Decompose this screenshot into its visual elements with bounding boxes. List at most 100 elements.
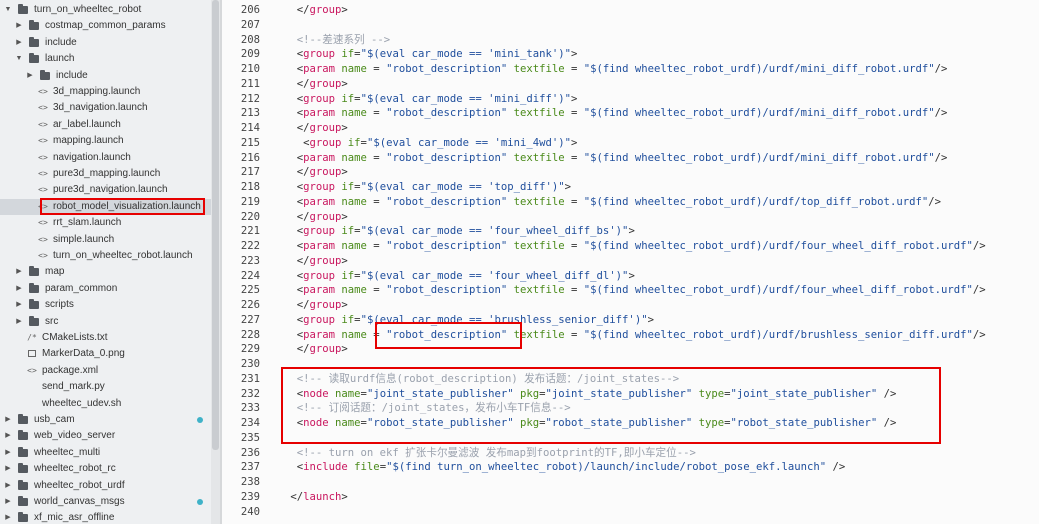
code-line[interactable]: 212 <group if="$(eval car_mode == 'mini_… (222, 92, 1039, 107)
code-line[interactable]: 214 </group> (222, 121, 1039, 136)
sidebar-scrollbar[interactable] (211, 0, 220, 524)
code-line[interactable]: 234 <node name="robot_state_publisher" p… (222, 416, 1039, 431)
code-line[interactable]: 219 <param name = "robot_description" te… (222, 195, 1039, 210)
tree-file[interactable]: <> mapping.launch (0, 133, 211, 149)
tree-folder[interactable]: ▶ scripts (0, 297, 211, 313)
chevron-right-icon[interactable]: ▶ (4, 510, 12, 524)
chevron-right-icon[interactable]: ▶ (4, 461, 12, 477)
code-line[interactable]: 215 <group if="$(eval car_mode == 'mini_… (222, 136, 1039, 151)
code-line[interactable]: 211 </group> (222, 77, 1039, 92)
code-line[interactable]: 206 </group> (222, 3, 1039, 18)
tree-folder[interactable]: ▶ world_canvas_msgs (0, 494, 211, 510)
code-line[interactable]: 233 <!-- 订阅话题：/joint_states，发布小车TF信息--> (222, 401, 1039, 416)
code-token-pun: /> (934, 107, 948, 120)
code-line[interactable]: 221 <group if="$(eval car_mode == 'four_… (222, 224, 1039, 239)
tree-file[interactable]: <> pure3d_mapping.launch (0, 166, 211, 182)
tree-file[interactable]: <> 3d_mapping.launch (0, 84, 211, 100)
code-line[interactable]: 213 <param name = "robot_description" te… (222, 106, 1039, 121)
code-line[interactable]: 229 </group> (222, 342, 1039, 357)
tree-folder[interactable]: ▶ include (0, 35, 211, 51)
code-line[interactable]: 238 (222, 475, 1039, 490)
code-line[interactable]: 209 <group if="$(eval car_mode == 'mini_… (222, 47, 1039, 62)
tree-file[interactable]: <> turn_on_wheeltec_robot.launch (0, 248, 211, 264)
tree-item-label: usb_cam (34, 414, 75, 425)
tree-folder[interactable]: ▶ include (0, 68, 211, 84)
line-number: 230 (240, 358, 260, 370)
chevron-right-icon[interactable]: ▶ (15, 281, 23, 297)
code-line[interactable]: 223 </group> (222, 254, 1039, 269)
code-token-pun: /> (934, 63, 948, 75)
chevron-right-icon[interactable]: ▶ (15, 297, 23, 313)
code-line[interactable]: 235 (222, 431, 1039, 446)
chevron-down-icon[interactable]: ▼ (15, 51, 23, 67)
code-line[interactable]: 226 </group> (222, 298, 1039, 313)
tree-file[interactable]: <> rrt_slam.launch (0, 215, 211, 231)
code-line[interactable]: 231 <!-- 读取urdf信息(robot_description) 发布话… (222, 372, 1039, 387)
code-line[interactable]: 236 <!-- turn on ekf 扩张卡尔曼滤波 发布map到footp… (222, 446, 1039, 461)
code-line[interactable]: 222 <param name = "robot_description" te… (222, 239, 1039, 254)
tree-file[interactable]: /* CMakeLists.txt (0, 330, 211, 346)
code-line[interactable]: 230 (222, 357, 1039, 372)
chevron-right-icon[interactable]: ▶ (15, 264, 23, 280)
code-line[interactable]: 217 </group> (222, 165, 1039, 180)
code-line[interactable]: 232 <node name="joint_state_publisher" p… (222, 387, 1039, 402)
code-line[interactable]: 220 </group> (222, 210, 1039, 225)
code-line[interactable]: 210 <param name = "robot_description" te… (222, 62, 1039, 77)
code-line[interactable]: 216 <param name = "robot_description" te… (222, 151, 1039, 166)
code-text: </group> (284, 342, 348, 357)
tree-file[interactable]: MarkerData_0.png (0, 346, 211, 362)
tree-file[interactable]: wheeltec_udev.sh (0, 396, 211, 412)
tree-file[interactable]: send_mark.py (0, 379, 211, 395)
chevron-right-icon[interactable]: ▶ (4, 428, 12, 444)
chevron-right-icon[interactable]: ▶ (4, 478, 12, 494)
code-token-pun: < (284, 107, 304, 120)
tree-folder[interactable]: ▶ wheeltec_robot_urdf (0, 478, 211, 494)
code-token-pun: < (284, 136, 310, 149)
code-line[interactable]: 218 <group if="$(eval car_mode == 'top_d… (222, 180, 1039, 195)
tree-folder[interactable]: ▼ launch (0, 51, 211, 67)
tree-folder[interactable]: ▶ map (0, 264, 211, 280)
chevron-right-icon[interactable]: ▶ (15, 314, 23, 330)
chevron-right-icon[interactable]: ▶ (15, 35, 23, 51)
code-line[interactable]: 227 <group if="$(eval car_mode == 'brush… (222, 313, 1039, 328)
tree-file[interactable]: <> simple.launch (0, 232, 211, 248)
tree-file[interactable]: <> pure3d_navigation.launch (0, 182, 211, 198)
tree-file[interactable]: <> package.xml (0, 363, 211, 379)
chevron-right-icon[interactable]: ▶ (4, 412, 12, 428)
tree-folder[interactable]: ▶ wheeltec_robot_rc (0, 461, 211, 477)
tree-file[interactable]: <> robot_model_visualization.launch (0, 198, 211, 215)
tree-file[interactable]: <> ar_label.launch (0, 117, 211, 133)
code-line[interactable]: 208 <!--差速系列 --> (222, 33, 1039, 48)
code-line[interactable]: 224 <group if="$(eval car_mode == 'four_… (222, 269, 1039, 284)
code-token-attr: textfile (507, 107, 565, 120)
tree-folder[interactable]: ▶ wheeltec_multi (0, 445, 211, 461)
tree-folder[interactable]: ▶ usb_cam (0, 412, 211, 428)
line-number: 232 (240, 387, 260, 400)
status-dot (197, 417, 203, 423)
tree-file[interactable]: <> 3d_navigation.launch (0, 100, 211, 116)
code-token-tag: group (303, 92, 336, 105)
chevron-down-icon[interactable]: ▼ (4, 2, 12, 18)
code-line[interactable]: 207 (222, 18, 1039, 33)
code-token-attr: textfile (507, 63, 565, 75)
chevron-right-icon[interactable]: ▶ (15, 18, 23, 34)
code-line[interactable]: 228 <param name = "robot_description" te… (222, 328, 1039, 343)
tree-folder[interactable]: ▶ costmap_common_params (0, 18, 211, 34)
code-editor[interactable]: 206 </group> 207 208 <!--差速系列 --> 209 <grou… (222, 0, 1039, 524)
code-line[interactable]: 237 <include file="$(find turn_on_wheelt… (222, 460, 1039, 475)
tree-file[interactable]: <> navigation.launch (0, 150, 211, 166)
sidebar-scrollbar-thumb[interactable] (212, 0, 219, 450)
code-line[interactable]: 239 </launch> (222, 490, 1039, 505)
code-line[interactable]: 240 (222, 505, 1039, 520)
code-token-pun: < (284, 417, 304, 429)
tree-item-label: wheeltec_robot_rc (34, 463, 116, 475)
chevron-right-icon[interactable]: ▶ (26, 68, 34, 84)
tree-folder[interactable]: ▶ web_video_server (0, 428, 211, 444)
code-line[interactable]: 225 <param name = "robot_description" te… (222, 283, 1039, 298)
tree-folder[interactable]: ▶ xf_mic_asr_offline (0, 510, 211, 524)
tree-folder[interactable]: ▼ turn_on_wheeltec_robot (0, 2, 211, 18)
tree-folder[interactable]: ▶ param_common (0, 281, 211, 297)
chevron-right-icon[interactable]: ▶ (4, 445, 12, 461)
chevron-right-icon[interactable]: ▶ (4, 494, 12, 510)
tree-folder[interactable]: ▶ src (0, 314, 211, 330)
